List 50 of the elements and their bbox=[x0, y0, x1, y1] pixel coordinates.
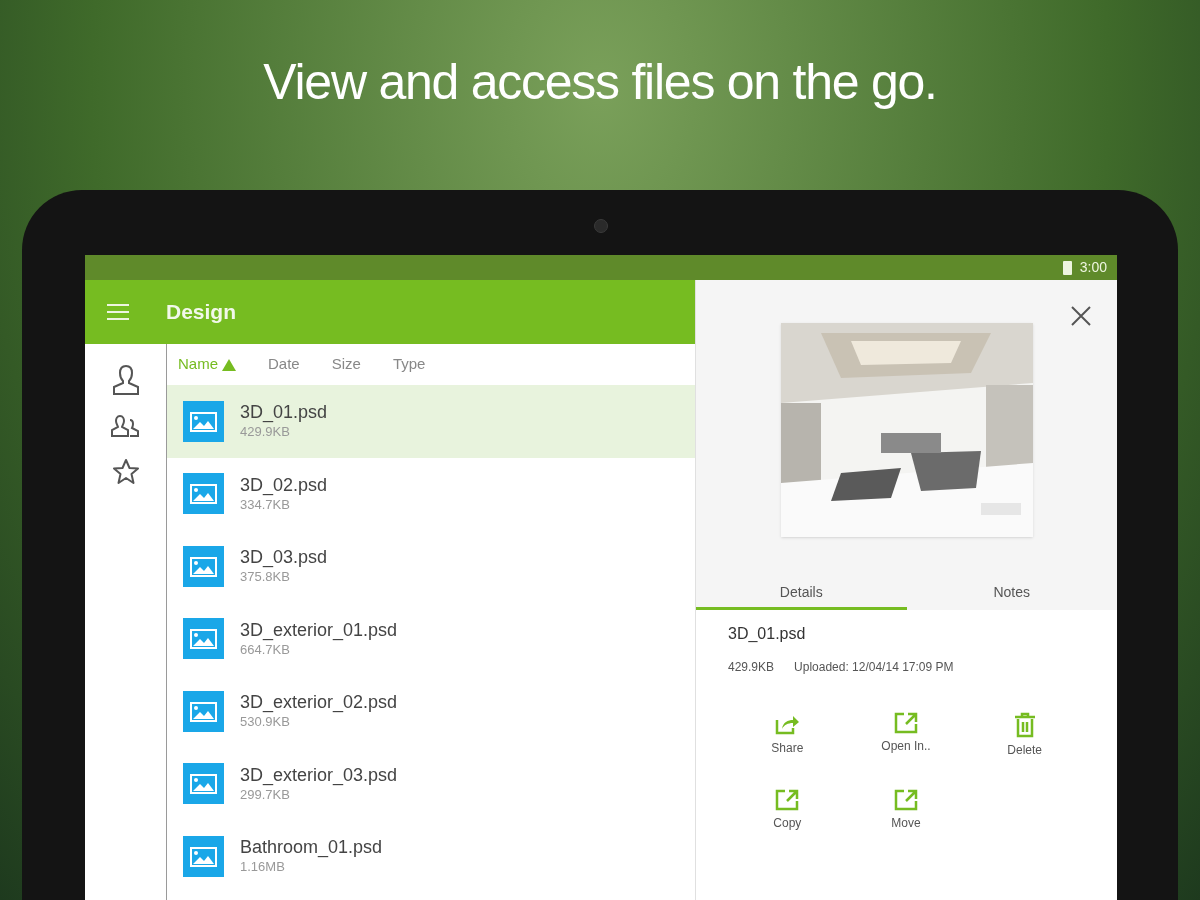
file-name: 3D_01.psd bbox=[240, 401, 328, 424]
external-link-icon bbox=[775, 789, 800, 811]
action-button[interactable]: Copy bbox=[728, 789, 847, 832]
close-button[interactable] bbox=[1070, 305, 1092, 327]
file-name: 3D_exterior_02.psd bbox=[240, 691, 398, 714]
image-file-icon bbox=[183, 545, 224, 587]
external-link-icon bbox=[894, 789, 918, 811]
file-row[interactable]: 3D_01.psd 429.9KB bbox=[167, 385, 695, 458]
file-size: 429.9KB bbox=[240, 423, 291, 442]
detail-size: 429.9KB bbox=[728, 659, 775, 676]
person-icon[interactable] bbox=[110, 364, 141, 396]
file-name: 3D_03.psd bbox=[240, 546, 328, 569]
action-button[interactable]: Share bbox=[728, 712, 847, 759]
file-size: 334.7KB bbox=[240, 496, 291, 514]
star-icon[interactable] bbox=[111, 458, 140, 485]
detail-file-name: 3D_01.psd bbox=[728, 624, 807, 644]
image-file-icon bbox=[183, 618, 224, 660]
file-size: 1.16MB bbox=[240, 858, 286, 877]
image-file-icon bbox=[183, 763, 224, 805]
sort-column[interactable]: Date bbox=[268, 353, 300, 376]
action-button[interactable]: Open In.. bbox=[846, 712, 966, 759]
sort-ascending-icon bbox=[222, 358, 236, 371]
image-file-icon bbox=[183, 690, 224, 732]
people-icon[interactable] bbox=[110, 414, 141, 440]
image-file-icon bbox=[183, 835, 224, 877]
file-name: 3D_exterior_01.psd bbox=[240, 618, 398, 641]
image-file-icon bbox=[183, 400, 224, 442]
detail-uploaded: Uploaded: 12/04/14 17:09 PM bbox=[794, 659, 954, 676]
external-link-icon bbox=[894, 712, 918, 734]
app-title: Design bbox=[166, 299, 236, 326]
clock: 3:00 bbox=[1079, 258, 1107, 277]
file-size: 375.8KB bbox=[240, 568, 291, 587]
file-name: 3D_exterior_03.psd bbox=[240, 763, 398, 786]
tab[interactable]: Notes bbox=[906, 578, 1117, 610]
camera-icon bbox=[594, 219, 608, 233]
file-size: 664.7KB bbox=[240, 641, 291, 659]
battery-icon bbox=[1062, 260, 1072, 275]
headline: View and access files on the go. bbox=[263, 53, 937, 112]
close-icon bbox=[1070, 305, 1092, 327]
file-name: 3D_02.psd bbox=[240, 473, 328, 496]
sort-column[interactable]: Type bbox=[392, 353, 426, 376]
tab[interactable]: Details bbox=[696, 578, 907, 610]
action-button[interactable]: Move bbox=[846, 789, 966, 832]
image-file-icon bbox=[183, 473, 224, 515]
file-name: Bathroom_01.psd bbox=[240, 836, 383, 859]
sort-column[interactable]: Size bbox=[331, 353, 361, 376]
file-size: 299.7KB bbox=[240, 786, 291, 804]
trash-icon bbox=[1013, 712, 1036, 738]
action-button[interactable]: Delete bbox=[965, 712, 1084, 759]
file-size: 530.9KB bbox=[240, 713, 291, 732]
